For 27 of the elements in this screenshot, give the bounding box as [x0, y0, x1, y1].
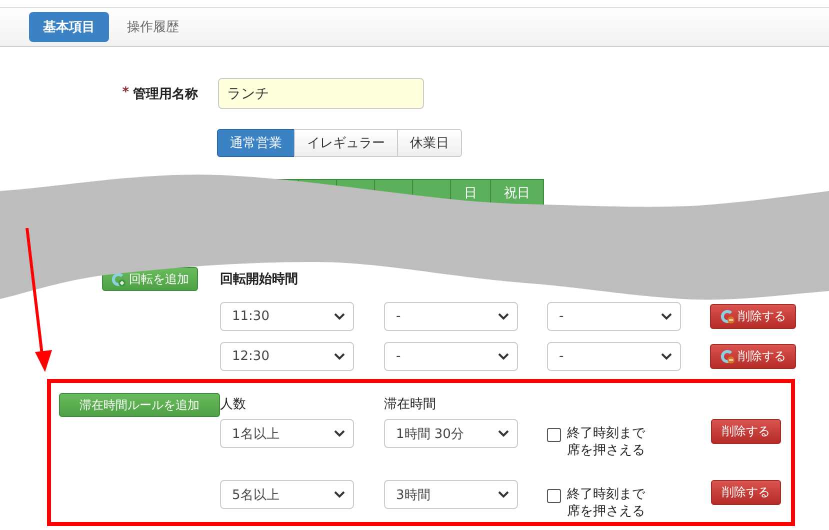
delete-button[interactable]: 削除する	[711, 480, 781, 505]
select-field[interactable]: -	[547, 302, 681, 331]
required-mark: *	[122, 84, 129, 102]
tab[interactable]: 基本項目	[29, 12, 109, 42]
select-field[interactable]: -	[384, 302, 518, 331]
column-header: 回転開始時間	[220, 271, 299, 288]
delete-button[interactable]: 削除する	[710, 304, 796, 329]
delete-button[interactable]: 削除する	[710, 344, 796, 369]
select-field[interactable]: 5名以上	[220, 480, 354, 509]
input-field[interactable]: ランチ	[218, 78, 424, 109]
field-label: * 管理用名称	[122, 84, 198, 102]
checkbox-label: 終了時刻まで席を押さえる	[567, 486, 646, 520]
segment-button[interactable]: 通常営業	[217, 129, 295, 157]
column-header: 滞在時間	[384, 396, 437, 413]
select-field[interactable]: -	[547, 342, 681, 371]
segment-button[interactable]: イレギュラー	[294, 129, 398, 157]
select-field[interactable]: 1名以上	[220, 419, 354, 448]
select-field[interactable]: 1時間 30分	[384, 419, 518, 448]
segment-button[interactable]: 休業日	[397, 129, 462, 157]
select-field[interactable]: 11:30	[220, 302, 354, 331]
delete-button[interactable]: 削除する	[711, 419, 781, 444]
checkbox-label: 終了時刻まで席を押さえる	[567, 425, 646, 459]
tab[interactable]: 操作履歴	[113, 12, 193, 42]
select-field[interactable]: 12:30	[220, 342, 354, 371]
select-field[interactable]: -	[384, 342, 518, 371]
select-field[interactable]: 3時間	[384, 480, 518, 509]
column-header: 人数	[220, 396, 247, 413]
